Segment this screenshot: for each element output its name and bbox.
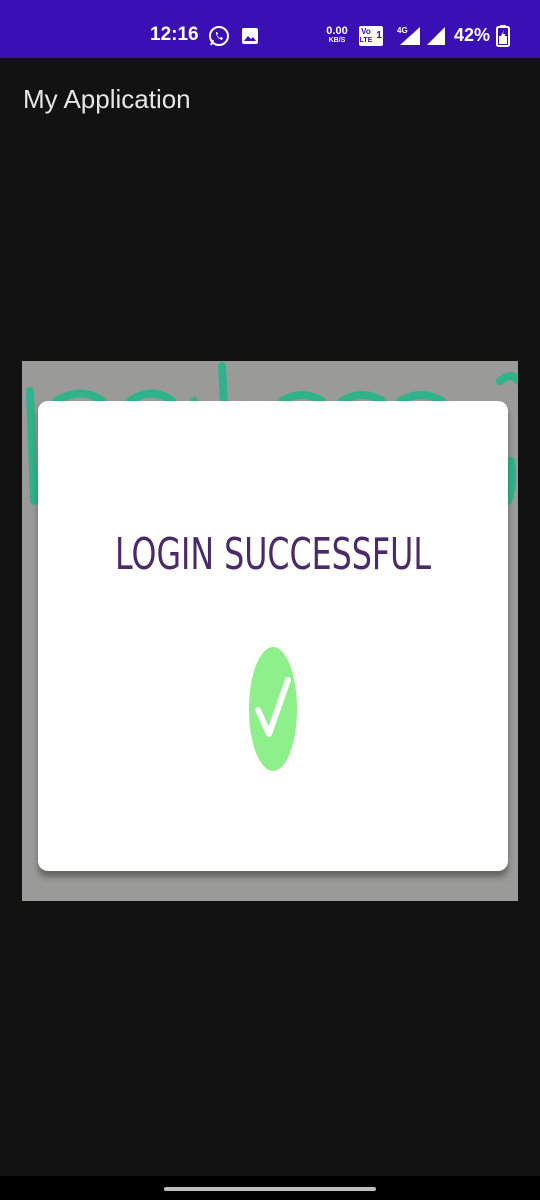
gesture-handle[interactable] (164, 1187, 376, 1191)
sim-slot: 1 (376, 30, 382, 41)
whatsapp-icon (208, 25, 230, 52)
volte-label: Vo LTE (359, 27, 373, 44)
check-circle-icon (248, 646, 298, 777)
battery-percent: 42% (454, 25, 491, 45)
login-success-message: LOGIN SUCCESSFUL (115, 529, 431, 580)
app-title: My Application (23, 84, 191, 114)
net-speed: 0.00 KB/S (326, 25, 348, 45)
signal-icon (398, 25, 422, 52)
status-time: 12:16 (150, 24, 199, 45)
image-icon (241, 27, 259, 50)
navigation-bar (0, 1176, 540, 1200)
signal-icon-2 (425, 25, 447, 52)
battery-charging-icon (496, 25, 510, 52)
login-success-image: LOGIN SUCCESSFUL (22, 361, 518, 901)
success-dialog: LOGIN SUCCESSFUL (38, 401, 508, 871)
status-bar: 12:16 0.00 KB/S Vo LTE 1 4G 42% (0, 0, 540, 58)
